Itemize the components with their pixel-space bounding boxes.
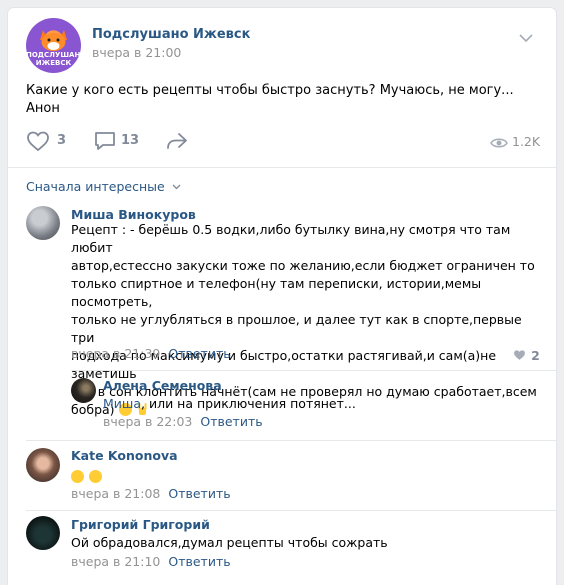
divider [71,370,556,371]
comment-count: 13 [121,133,140,148]
logo-text: ПОДСЛУШАНО ИЖЕВСК [26,51,81,67]
reply-button[interactable]: Ответить [168,554,230,569]
share-icon[interactable] [165,130,189,152]
comment-time[interactable]: вчера в 22:03 [103,414,192,429]
divider [8,167,556,168]
comment-time[interactable]: вчера в 21:10 [71,554,160,569]
comment-meta: вчера в 22:03 Ответить [103,414,263,429]
comment-button[interactable]: 13 [93,130,153,154]
comment-author[interactable]: Григорий Григорий [71,517,210,532]
post-text: Какие у кого есть рецепты чтобы быстро з… [26,83,514,116]
reply-button[interactable]: Ответить [200,414,262,429]
comment-line: только спиртное и телефон(ну там перепис… [71,276,482,309]
avatar[interactable] [26,448,60,482]
reply-button[interactable]: Ответить [168,486,230,501]
avatar[interactable] [26,516,60,550]
comment-time[interactable]: вчера в 21:08 [71,486,160,501]
sort-dropdown[interactable]: Сначала интересные [26,179,181,194]
divider [26,440,556,441]
comment-text: Ой обрадовался,думал рецепты чтобы сожра… [71,535,388,550]
comment-body: , или на приключения потянет... [141,396,356,411]
heart-icon [27,131,49,152]
avatar[interactable] [26,206,60,240]
comment-icon [95,132,115,150]
comment-like-button[interactable]: 2 [513,345,540,364]
comment-like-count: 2 [531,348,540,363]
comment-line: автор,естессно закуски тоже по желанию,е… [71,258,535,273]
chevron-down-icon[interactable] [518,30,534,46]
chevron-down-icon [172,184,181,190]
post-card: ПОДСЛУШАНО ИЖЕВСК Подслушано Ижевск вчер… [8,8,556,585]
thinking-emoji-icon [71,470,84,483]
avatar[interactable] [71,378,96,403]
group-avatar[interactable]: ПОДСЛУШАНО ИЖЕВСК [26,18,81,73]
comment-time[interactable]: вчера в 21:39 [71,346,160,361]
comment-text: Миша, или на приключения потянет... [103,395,356,413]
thinking-emoji-icon [89,470,103,483]
group-name-link[interactable]: Подслушано Ижевск [92,27,250,42]
comment-author[interactable]: Миша Винокуров [71,207,196,222]
comment-author[interactable]: Kate Kononova [71,448,178,463]
comment-meta: вчера в 21:39 Ответить [71,346,231,361]
comment-meta: вчера в 21:08 Ответить [71,486,231,501]
views-count: 1.2K [512,134,541,149]
reply-button[interactable]: Ответить [168,346,230,361]
post-time[interactable]: вчера в 21:00 [92,45,181,60]
sort-label: Сначала интересные [26,179,165,194]
comment-author[interactable]: Алена Семенова [103,378,222,393]
comment-text [71,466,103,485]
comment-meta: вчера в 21:10 Ответить [71,554,231,569]
eye-icon [490,138,508,148]
comment-line: Рецепт : - берёшь 0.5 водки,либо бутылку… [71,222,511,255]
heart-icon [514,350,525,360]
divider [26,510,556,511]
like-count: 3 [57,133,67,148]
mention-link[interactable]: Миша [103,396,141,411]
comment-line: только не углубляться в прошлое, и далее… [71,312,522,345]
